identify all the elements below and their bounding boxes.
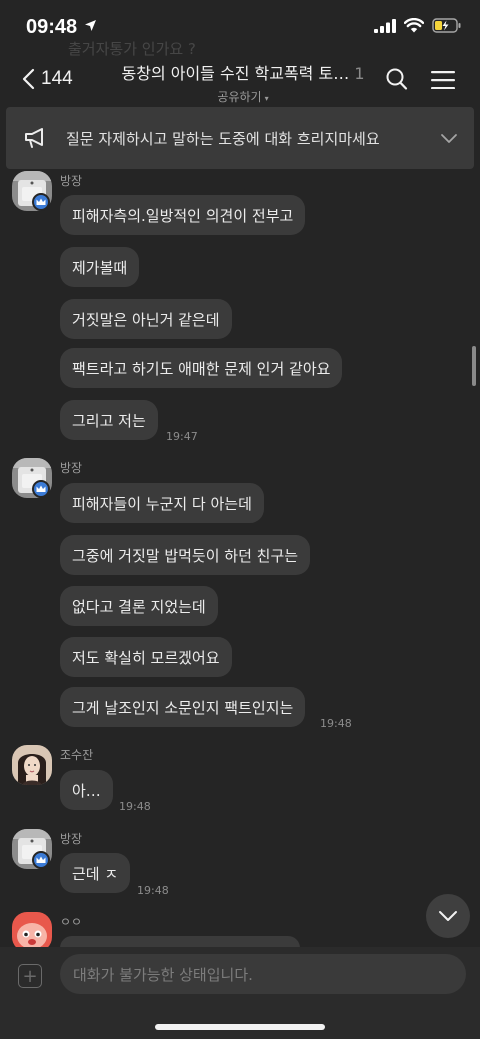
home-indicator[interactable]	[155, 1024, 325, 1030]
sender-name: 방장	[60, 174, 83, 188]
message-bubble[interactable]: 거짓말은 아닌거 같은데	[60, 299, 232, 339]
avatar[interactable]	[12, 912, 52, 952]
message-timestamp: 19:48	[137, 884, 169, 897]
crown-icon	[36, 485, 46, 492]
message-bubble[interactable]: 아…	[60, 770, 113, 810]
user-avatar-image	[12, 745, 52, 785]
status-indicators	[374, 18, 462, 33]
host-crown-badge	[32, 851, 50, 869]
message-timestamp: 19:47	[166, 430, 198, 443]
scroll-to-bottom-button[interactable]	[426, 894, 470, 938]
share-label: 공유하기	[217, 90, 262, 104]
megaphone-icon	[25, 128, 43, 148]
message-bubble[interactable]: 그중에 거짓말 밥먹듯이 하던 친구는	[60, 535, 311, 575]
sender-name: 조수잔	[60, 748, 94, 762]
message-input-bar: + 대화가 불가능한 상태입니다.	[0, 947, 480, 1039]
share-button[interactable]: 공유하기 ▾	[112, 88, 374, 105]
search-icon[interactable]	[386, 68, 408, 92]
menu-icon[interactable]	[431, 71, 455, 89]
unread-count: 144	[41, 68, 73, 89]
message-timestamp: 19:48	[320, 717, 352, 730]
caret-down-icon: ▾	[264, 94, 269, 103]
back-button[interactable]: 144	[22, 68, 73, 90]
attach-plus-button[interactable]: +	[18, 964, 42, 988]
message-bubble[interactable]: 없다고 결론 지었는데	[60, 586, 218, 626]
chevron-down-icon	[439, 911, 457, 921]
sender-name: ㅇㅇ	[60, 915, 83, 929]
host-crown-badge	[32, 193, 50, 211]
crown-icon	[36, 856, 46, 863]
sender-name: 방장	[60, 832, 83, 846]
chevron-left-icon	[22, 68, 35, 90]
message-bubble[interactable]: 그리고 저는	[60, 400, 158, 440]
member-count: 1	[354, 64, 365, 83]
message-bubble[interactable]: 제가볼때	[60, 247, 140, 287]
notice-text: 질문 자제하시고 말하는 도중에 대화 흐리지마세요	[66, 129, 380, 148]
character-avatar-image	[12, 912, 52, 952]
chevron-down-icon[interactable]	[440, 132, 458, 144]
avatar[interactable]	[12, 745, 52, 785]
chat-title-text: 동창의 아이들 수진 학교폭력 토…	[121, 64, 350, 83]
chat-title-area[interactable]: 동창의 아이들 수진 학교폭력 토… 1 공유하기 ▾	[112, 60, 374, 105]
notice-banner[interactable]: 질문 자제하시고 말하는 도중에 대화 흐리지마세요	[6, 107, 474, 169]
chat-title: 동창의 아이들 수진 학교폭력 토… 1	[112, 60, 374, 84]
scroll-indicator[interactable]	[472, 346, 476, 386]
sender-name: 방장	[60, 461, 83, 475]
message-bubble[interactable]: 팩트라고 하기도 애매한 문제 인거 같아요	[60, 348, 343, 388]
cellular-signal-icon	[374, 18, 396, 33]
message-input[interactable]: 대화가 불가능한 상태입니다.	[60, 954, 466, 994]
status-time: 09:48	[26, 16, 78, 38]
message-bubble[interactable]: 저도 확실히 모르겠어요	[60, 637, 232, 677]
message-bubble[interactable]: 피해자들이 누군지 다 아는데	[60, 483, 264, 523]
message-bubble[interactable]: 그게 날조인지 소문인지 팩트인지는	[60, 687, 306, 727]
chat-header: 144 동창의 아이들 수진 학교폭력 토… 1 공유하기 ▾	[0, 56, 480, 106]
message-timestamp: 19:48	[119, 800, 151, 813]
message-bubble[interactable]: 피해자측의.일방적인 의견이 전부고	[60, 195, 306, 235]
message-bubble[interactable]: 근데 ㅈ	[60, 853, 131, 893]
wifi-icon	[404, 18, 424, 33]
location-arrow-icon	[85, 20, 96, 31]
host-crown-badge	[32, 480, 50, 498]
crown-icon	[36, 198, 46, 205]
battery-charging-icon	[432, 18, 461, 33]
